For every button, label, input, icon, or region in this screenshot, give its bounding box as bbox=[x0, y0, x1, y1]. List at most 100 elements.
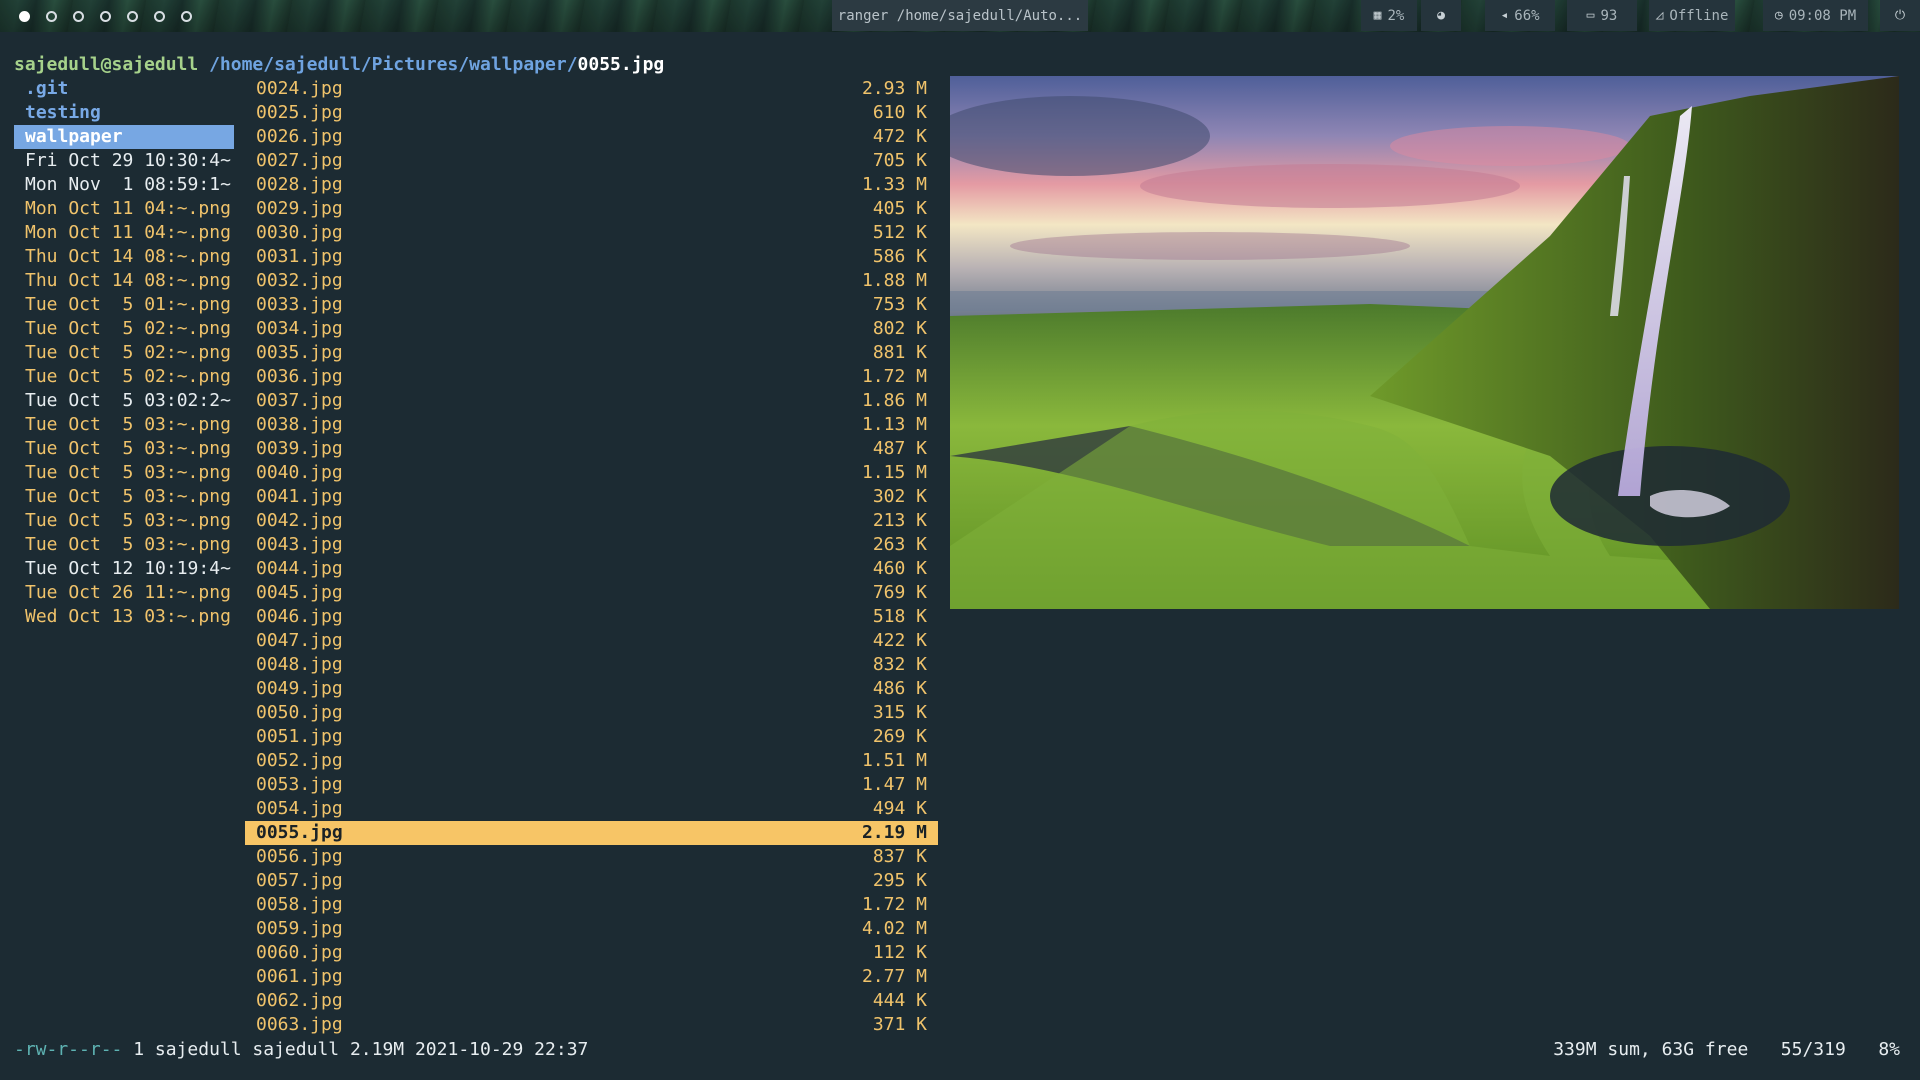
parent-file-entry[interactable]: Fri Oct 29 10:30:4~ bbox=[14, 149, 234, 173]
file-row[interactable]: 0033.jpg 753 K bbox=[245, 293, 938, 317]
workspace-1-icon[interactable] bbox=[19, 10, 30, 22]
parent-file-entry[interactable]: Tue Oct 5 03:~.png bbox=[14, 437, 234, 461]
clock-label: 09:08 PM bbox=[1788, 7, 1857, 24]
file-size: 487 K bbox=[872, 438, 927, 459]
file-row[interactable]: 0060.jpg 112 K bbox=[245, 941, 938, 965]
parent-file-entry[interactable]: Tue Oct 12 10:19:4~ bbox=[14, 557, 234, 581]
parent-file-entry[interactable]: Tue Oct 5 03:~.png bbox=[14, 413, 234, 437]
file-row[interactable]: 0059.jpg 4.02 M bbox=[245, 917, 938, 941]
wifi-off-icon: ◿ bbox=[1655, 8, 1664, 23]
file-row[interactable]: 0030.jpg 512 K bbox=[245, 221, 938, 245]
file-row[interactable]: 0025.jpg 610 K bbox=[245, 101, 938, 125]
file-row[interactable]: 0062.jpg 444 K bbox=[245, 989, 938, 1013]
file-row[interactable]: 0038.jpg 1.13 M bbox=[245, 413, 938, 437]
workspace-4-icon[interactable] bbox=[100, 10, 111, 22]
network-module[interactable]: ◿ Offline bbox=[1649, 0, 1735, 31]
file-size: 472 K bbox=[872, 126, 927, 147]
parent-file-entry[interactable]: Mon Nov 1 08:59:1~ bbox=[14, 173, 234, 197]
file-list-column: 0024.jpg 2.93 M 0025.jpg 610 K 0026.jpg 472 K… bbox=[245, 77, 938, 1037]
file-row-selected[interactable]: 0055.jpg 2.19 M bbox=[245, 821, 938, 845]
parent-dir-entry[interactable]: testing bbox=[14, 101, 234, 125]
file-size: 586 K bbox=[872, 246, 927, 267]
file-row[interactable]: 0058.jpg 1.72 M bbox=[245, 893, 938, 917]
file-row[interactable]: 0063.jpg 371 K bbox=[245, 1013, 938, 1037]
file-row[interactable]: 0050.jpg 315 K bbox=[245, 701, 938, 725]
file-size: 1.72 M bbox=[861, 366, 927, 387]
volume-module[interactable]: ◂ 66% bbox=[1485, 0, 1555, 31]
file-row[interactable]: 0056.jpg 837 K bbox=[245, 845, 938, 869]
file-name: 0024.jpg bbox=[256, 78, 343, 99]
parent-file-entry[interactable]: Tue Oct 5 03:~.png bbox=[14, 509, 234, 533]
file-name: 0033.jpg bbox=[256, 294, 343, 315]
workspace-6-icon[interactable] bbox=[154, 10, 165, 22]
waterfall-preview-image bbox=[950, 76, 1899, 609]
file-row[interactable]: 0037.jpg 1.86 M bbox=[245, 389, 938, 413]
power-module[interactable]: ⏻ bbox=[1880, 0, 1920, 31]
workspace-5-icon[interactable] bbox=[127, 10, 138, 22]
parent-dir-entry[interactable]: .git bbox=[14, 77, 234, 101]
battery-module[interactable]: ▭ 93 bbox=[1567, 0, 1637, 31]
parent-file-entry[interactable]: Tue Oct 5 02:~.png bbox=[14, 341, 234, 365]
file-name: 0028.jpg bbox=[256, 174, 343, 195]
file-row[interactable]: 0053.jpg 1.47 M bbox=[245, 773, 938, 797]
parent-file-entry[interactable]: Tue Oct 5 02:~.png bbox=[14, 317, 234, 341]
parent-file-entry[interactable]: Thu Oct 14 08:~.png bbox=[14, 245, 234, 269]
parent-file-entry[interactable]: Wed Oct 13 03:~.png bbox=[14, 605, 234, 629]
workspace-2-icon[interactable] bbox=[46, 10, 57, 22]
file-size: 1.72 M bbox=[861, 894, 927, 915]
file-row[interactable]: 0034.jpg 802 K bbox=[245, 317, 938, 341]
parent-file-entry[interactable]: Tue Oct 5 03:02:2~ bbox=[14, 389, 234, 413]
parent-file-entry[interactable]: Tue Oct 5 01:~.png bbox=[14, 293, 234, 317]
file-row[interactable]: 0040.jpg 1.15 M bbox=[245, 461, 938, 485]
file-name: 0035.jpg bbox=[256, 342, 343, 363]
file-row[interactable]: 0029.jpg 405 K bbox=[245, 197, 938, 221]
theme-module[interactable]: ◕ bbox=[1421, 0, 1461, 31]
parent-file-entry[interactable]: Tue Oct 5 03:~.png bbox=[14, 485, 234, 509]
file-name: 0052.jpg bbox=[256, 750, 343, 771]
file-row[interactable]: 0028.jpg 1.33 M bbox=[245, 173, 938, 197]
workspace-3-icon[interactable] bbox=[73, 10, 84, 22]
parent-file-entry[interactable]: Mon Oct 11 04:~.png bbox=[14, 197, 234, 221]
active-window-title[interactable]: ranger /home/sajedull/Auto... bbox=[832, 0, 1088, 31]
file-size: 2.77 M bbox=[861, 966, 927, 987]
file-row[interactable]: 0049.jpg 486 K bbox=[245, 677, 938, 701]
file-row[interactable]: 0052.jpg 1.51 M bbox=[245, 749, 938, 773]
parent-file-entry[interactable]: Tue Oct 5 02:~.png bbox=[14, 365, 234, 389]
file-row[interactable]: 0032.jpg 1.88 M bbox=[245, 269, 938, 293]
clock-module[interactable]: ◷ 09:08 PM bbox=[1763, 0, 1868, 31]
file-row[interactable]: 0054.jpg 494 K bbox=[245, 797, 938, 821]
parent-dir-entry[interactable]: wallpaper bbox=[14, 125, 234, 149]
file-row[interactable]: 0026.jpg 472 K bbox=[245, 125, 938, 149]
file-row[interactable]: 0027.jpg 705 K bbox=[245, 149, 938, 173]
file-row[interactable]: 0035.jpg 881 K bbox=[245, 341, 938, 365]
file-row[interactable]: 0042.jpg 213 K bbox=[245, 509, 938, 533]
parent-file-entry[interactable]: Tue Oct 5 03:~.png bbox=[14, 461, 234, 485]
file-row[interactable]: 0024.jpg 2.93 M bbox=[245, 77, 938, 101]
parent-file-entry[interactable]: Tue Oct 26 11:~.png bbox=[14, 581, 234, 605]
file-row[interactable]: 0041.jpg 302 K bbox=[245, 485, 938, 509]
file-row[interactable]: 0044.jpg 460 K bbox=[245, 557, 938, 581]
file-name: 0054.jpg bbox=[256, 798, 343, 819]
file-row[interactable]: 0057.jpg 295 K bbox=[245, 869, 938, 893]
file-row[interactable]: 0048.jpg 832 K bbox=[245, 653, 938, 677]
file-size: 1.13 M bbox=[861, 414, 927, 435]
file-row[interactable]: 0061.jpg 2.77 M bbox=[245, 965, 938, 989]
parent-file-entry[interactable]: Thu Oct 14 08:~.png bbox=[14, 269, 234, 293]
parent-file-entry[interactable]: Mon Oct 11 04:~.png bbox=[14, 221, 234, 245]
file-name: 0029.jpg bbox=[256, 198, 343, 219]
file-row[interactable]: 0043.jpg 263 K bbox=[245, 533, 938, 557]
file-row[interactable]: 0045.jpg 769 K bbox=[245, 581, 938, 605]
file-row[interactable]: 0036.jpg 1.72 M bbox=[245, 365, 938, 389]
file-info: 1 sajedull sajedull 2.19M 2021-10-29 22:… bbox=[122, 1039, 589, 1060]
file-row[interactable]: 0046.jpg 518 K bbox=[245, 605, 938, 629]
file-row[interactable]: 0047.jpg 422 K bbox=[245, 629, 938, 653]
file-name: 0026.jpg bbox=[256, 126, 343, 147]
file-row[interactable]: 0039.jpg 487 K bbox=[245, 437, 938, 461]
workspace-7-icon[interactable] bbox=[181, 10, 192, 22]
file-name: 0047.jpg bbox=[256, 630, 343, 651]
file-size: 486 K bbox=[872, 678, 927, 699]
cpu-module[interactable]: ▦ 2% bbox=[1361, 0, 1417, 31]
file-row[interactable]: 0051.jpg 269 K bbox=[245, 725, 938, 749]
file-row[interactable]: 0031.jpg 586 K bbox=[245, 245, 938, 269]
parent-file-entry[interactable]: Tue Oct 5 03:~.png bbox=[14, 533, 234, 557]
